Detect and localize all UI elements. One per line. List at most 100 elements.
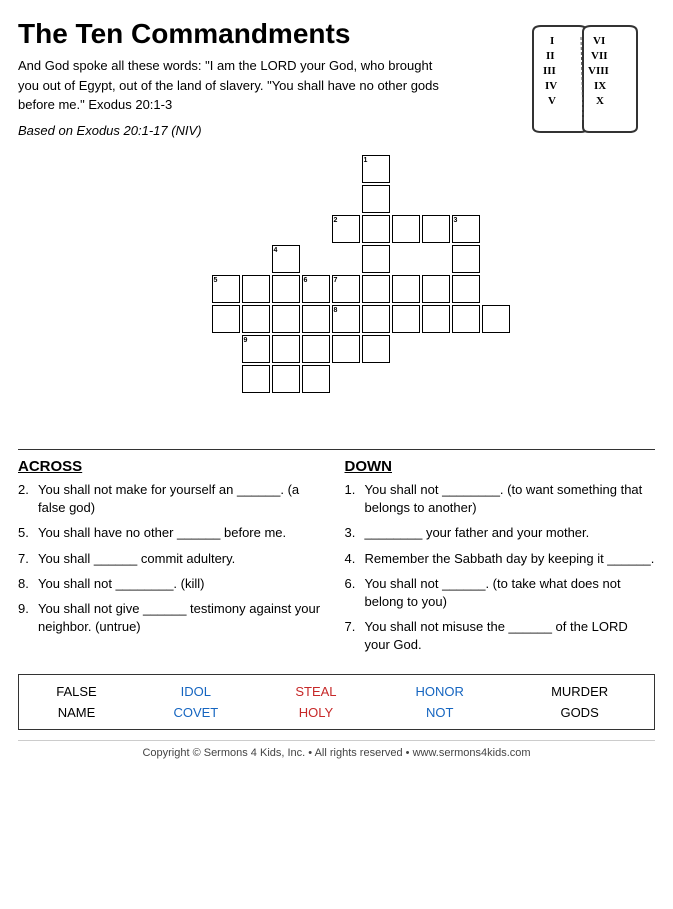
cell-7s-c4	[452, 275, 480, 303]
cell-2-c2	[392, 215, 420, 243]
clue-across-8: 8. You shall not ________. (kill)	[18, 575, 329, 593]
cell-6-r0: 6	[302, 275, 330, 303]
svg-text:VIII: VIII	[588, 65, 609, 77]
cell-3-r0: 3	[452, 215, 480, 243]
word-false: FALSE	[19, 681, 134, 702]
svg-text:X: X	[596, 95, 604, 107]
clue-text-down-6: You shall not ______. (to take what does…	[365, 575, 656, 611]
cell-5a-r5b	[242, 305, 270, 333]
clue-text-down-3: ________ your father and your mother.	[365, 524, 656, 542]
clue-down-3: 3. ________ your father and your mother.	[345, 524, 656, 542]
cell-6-r3	[302, 335, 330, 363]
tablets-image: I II III IV V VI VII VIII IX X	[525, 22, 655, 145]
clue-num-across-5: 5.	[18, 524, 34, 542]
cell-5-c2	[272, 275, 300, 303]
cell-2-c1	[362, 215, 390, 243]
cell-8-c0: 8	[332, 305, 360, 333]
word-not: NOT	[374, 702, 505, 723]
down-clues: DOWN 1. You shall not ________. (to want…	[345, 458, 656, 662]
cell-8-c2	[392, 305, 420, 333]
clue-down-1: 1. You shall not ________. (to want some…	[345, 481, 656, 517]
cell-8-c5	[482, 305, 510, 333]
clue-across-7: 7. You shall ______ commit adultery.	[18, 550, 329, 568]
clue-num-down-1: 1.	[345, 481, 361, 517]
cell-7s-c3	[422, 275, 450, 303]
cell-9-c4	[362, 335, 390, 363]
header-left: The Ten Commandments And God spoke all t…	[18, 18, 448, 138]
clue-text-down-7: You shall not misuse the ______ of the L…	[365, 618, 656, 654]
cell-4-r0: 4	[272, 245, 300, 273]
clue-num-down-4: 4.	[345, 550, 361, 568]
cell-6-r1	[302, 305, 330, 333]
clue-text-across-7: You shall ______ commit adultery.	[38, 550, 329, 568]
cell-ex-1	[242, 365, 270, 393]
cell-4-r1	[272, 305, 300, 333]
clue-text-down-4: Remember the Sabbath day by keeping it _…	[365, 550, 656, 568]
svg-text:VII: VII	[591, 50, 608, 62]
word-idol: IDOL	[134, 681, 258, 702]
cell-5-c0: 5	[212, 275, 240, 303]
clue-down-6: 6. You shall not ______. (to take what d…	[345, 575, 656, 611]
based-on-text: Based on Exodus 20:1-17 (NIV)	[18, 123, 448, 138]
cell-ex-3	[302, 365, 330, 393]
clue-num-down-6: 6.	[345, 575, 361, 611]
svg-text:V: V	[548, 95, 556, 107]
divider-top	[18, 449, 655, 450]
cell-7s-c2	[392, 275, 420, 303]
down-header: DOWN	[345, 458, 656, 475]
clue-text-across-2: You shall not make for yourself an _____…	[38, 481, 329, 517]
word-bank: FALSE IDOL STEAL HONOR MURDER NAME COVET…	[18, 674, 655, 730]
svg-text:IX: IX	[594, 80, 606, 92]
clue-text-across-8: You shall not ________. (kill)	[38, 575, 329, 593]
clue-num-across-7: 7.	[18, 550, 34, 568]
word-honor: HONOR	[374, 681, 505, 702]
clue-across-9: 9. You shall not give ______ testimony a…	[18, 600, 329, 636]
svg-text:VI: VI	[593, 35, 605, 47]
cell-9-c0: 9	[242, 335, 270, 363]
clue-across-5: 5. You shall have no other ______ before…	[18, 524, 329, 542]
cell-8-c4	[452, 305, 480, 333]
word-gods: GODS	[505, 702, 654, 723]
clues-section: ACROSS 2. You shall not make for yoursel…	[18, 458, 655, 662]
across-header: ACROSS	[18, 458, 329, 475]
cell-5a-r5	[212, 305, 240, 333]
clue-down-4: 4. Remember the Sabbath day by keeping i…	[345, 550, 656, 568]
word-steal: STEAL	[258, 681, 374, 702]
across-clues: ACROSS 2. You shall not make for yoursel…	[18, 458, 329, 662]
clue-num-across-2: 2.	[18, 481, 34, 517]
svg-text:III: III	[543, 65, 556, 77]
cell-8-c3	[422, 305, 450, 333]
cell-2-c0: 2	[332, 215, 360, 243]
header-area: The Ten Commandments And God spoke all t…	[18, 18, 655, 145]
word-covet: COVET	[134, 702, 258, 723]
clue-num-down-7: 7.	[345, 618, 361, 654]
cell-5-c1	[242, 275, 270, 303]
cell-7s-c0: 7	[332, 275, 360, 303]
cell-1-r3	[362, 245, 390, 273]
word-murder: MURDER	[505, 681, 654, 702]
clue-num-down-3: 3.	[345, 524, 361, 542]
cell-1-r5	[362, 305, 390, 333]
clue-text-down-1: You shall not ________. (to want somethi…	[365, 481, 656, 517]
cell-ex-2	[272, 365, 300, 393]
copyright-text: Copyright © Sermons 4 Kids, Inc. • All r…	[18, 740, 655, 759]
clue-down-7: 7. You shall not misuse the ______ of th…	[345, 618, 656, 654]
clue-across-2: 2. You shall not make for yourself an __…	[18, 481, 329, 517]
word-bank-table: FALSE IDOL STEAL HONOR MURDER NAME COVET…	[19, 681, 654, 723]
cell-9-c3	[332, 335, 360, 363]
cell-1-r1	[362, 185, 390, 213]
crossword-section: 1 2 3 4 5 7 6 8	[18, 155, 655, 435]
cell-3-r1	[452, 245, 480, 273]
crossword-grid: 1 2 3 4 5 7 6 8	[152, 155, 522, 435]
cell-2-c3	[422, 215, 450, 243]
clue-num-across-9: 9.	[18, 600, 34, 636]
word-bank-row-1: FALSE IDOL STEAL HONOR MURDER	[19, 681, 654, 702]
cell-1-r0: 1	[362, 155, 390, 183]
svg-text:IV: IV	[545, 80, 557, 92]
cell-7s-c1	[362, 275, 390, 303]
word-holy: HOLY	[258, 702, 374, 723]
page-title: The Ten Commandments	[18, 18, 448, 50]
clue-text-across-9: You shall not give ______ testimony agai…	[38, 600, 329, 636]
clue-num-across-8: 8.	[18, 575, 34, 593]
svg-text:I: I	[550, 35, 554, 47]
